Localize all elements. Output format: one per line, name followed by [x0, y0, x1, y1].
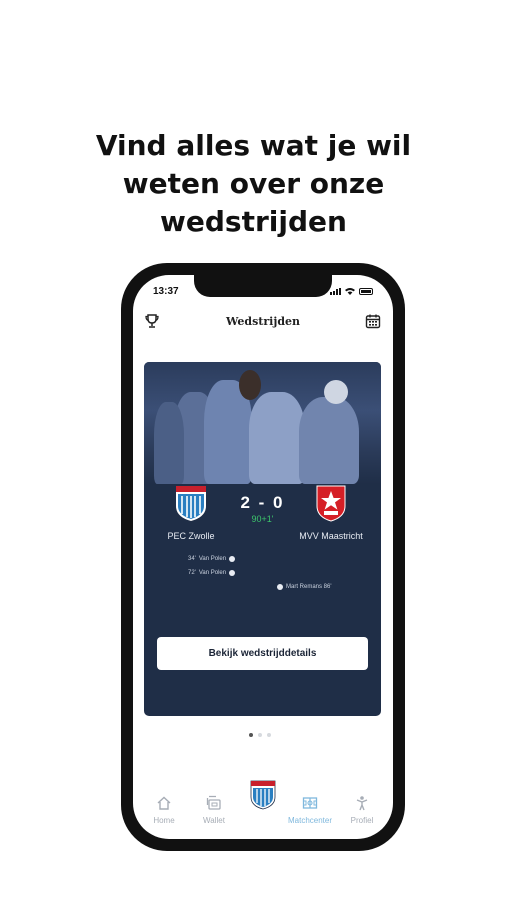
- app-header: Wedstrijden: [133, 311, 393, 337]
- club-crest-icon[interactable]: [250, 780, 276, 810]
- goal-scorer: Van Polen: [198, 556, 227, 562]
- promo-headline: Vind alles wat je wil weten over onze we…: [0, 127, 507, 241]
- status-icons: [330, 287, 373, 295]
- tab-label: Home: [153, 816, 175, 825]
- tab-label: Matchcenter: [287, 816, 333, 825]
- signal-icon: [330, 287, 341, 295]
- match-hero-photo: [144, 362, 381, 484]
- goal-scorer: Mart Remans 86': [286, 584, 332, 590]
- calendar-icon[interactable]: [365, 313, 381, 329]
- pitch-icon: [302, 797, 318, 809]
- tab-profiel[interactable]: Profiel: [337, 795, 387, 825]
- carousel-pager: [249, 733, 271, 737]
- headline-line-2: weten over onze: [122, 167, 385, 200]
- goal-minute: 72': [188, 570, 196, 576]
- mvv-maastricht-logo: [316, 485, 346, 522]
- tab-wallet[interactable]: Wallet: [189, 795, 239, 825]
- home-goal-1: 34' Van Polen: [188, 556, 236, 562]
- phone-notch: [194, 275, 332, 297]
- person-icon: [356, 796, 368, 811]
- home-goal-2: 72' Van Polen: [188, 570, 236, 576]
- headline-line-3: wedstrijden: [160, 205, 347, 238]
- pager-dot-active[interactable]: [249, 733, 253, 737]
- football-icon: [277, 584, 283, 590]
- goal-scorer: Van Polen: [198, 570, 227, 576]
- pager-dot[interactable]: [267, 733, 271, 737]
- goal-minute: 34': [188, 556, 196, 562]
- pager-dot[interactable]: [258, 733, 262, 737]
- football-icon: [229, 556, 236, 562]
- tab-matchcenter[interactable]: Matchcenter: [285, 795, 335, 825]
- battery-icon: [359, 287, 373, 295]
- wallet-icon: [206, 795, 221, 810]
- phone-screen: 13:37 Wedstrijden PEC Zwolle 2 - 0 90+1'…: [133, 275, 393, 839]
- tab-home[interactable]: Home: [139, 795, 189, 825]
- status-time: 13:37: [153, 286, 179, 297]
- football-icon: [229, 570, 236, 576]
- away-team[interactable]: MVV Maastricht: [291, 484, 371, 541]
- away-team-name: MVV Maastricht: [299, 531, 363, 541]
- home-icon: [157, 796, 171, 810]
- bottom-tab-bar: Home Wallet Matchcenter Profiel: [133, 775, 393, 839]
- match-details-button[interactable]: Bekijk wedstrijddetails: [157, 637, 368, 670]
- page-title: Wedstrijden: [225, 315, 301, 328]
- wifi-icon: [345, 288, 355, 295]
- home-team-name: PEC Zwolle: [167, 531, 215, 541]
- tab-label: Wallet: [203, 816, 225, 825]
- away-goal-1: Mart Remans 86': [277, 584, 332, 590]
- match-card[interactable]: PEC Zwolle 2 - 0 90+1' MVV Maastricht 34…: [144, 362, 381, 716]
- headline-line-1: Vind alles wat je wil: [95, 129, 412, 162]
- tab-label: Profiel: [350, 816, 374, 825]
